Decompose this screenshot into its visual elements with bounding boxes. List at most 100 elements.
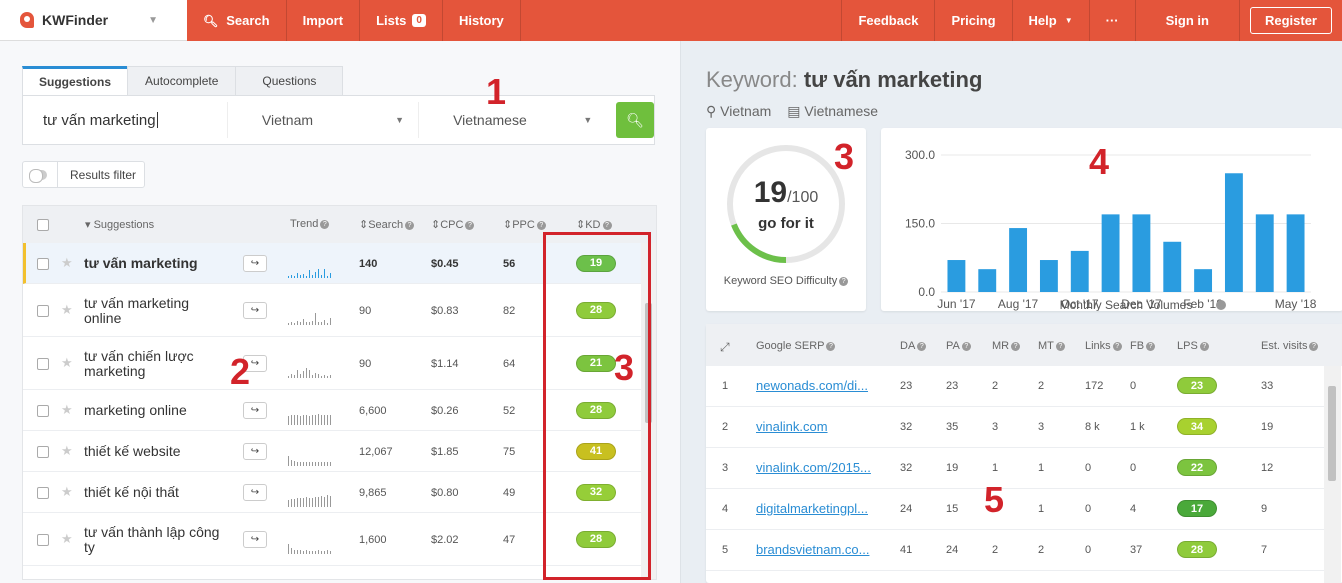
- serp-url-link[interactable]: vinalink.com/2015...: [756, 460, 871, 475]
- lps-badge: 34: [1177, 418, 1217, 435]
- row-checkbox[interactable]: [37, 533, 49, 546]
- serp-url-link[interactable]: digitalmarketingpl...: [756, 501, 868, 516]
- brand-switcher[interactable]: KWFinder ▼: [0, 0, 187, 41]
- trend-bar: [288, 275, 289, 278]
- trend-bar: [312, 497, 313, 507]
- use-keyword-button[interactable]: ↪: [243, 530, 267, 548]
- col-fb-label: FB: [1130, 340, 1145, 352]
- trend-bar: [294, 414, 295, 425]
- caret-down-icon: ▼: [395, 115, 405, 125]
- keyword-cell[interactable]: marketing online: [84, 402, 224, 418]
- nav-search[interactable]: 🔍︎ Search: [187, 0, 287, 41]
- search-icon: 🔍︎: [626, 111, 645, 128]
- keyword-cell[interactable]: thiết kế nội thất: [84, 484, 224, 500]
- keyword-cell[interactable]: tư vấn thành lập công ty: [84, 524, 224, 555]
- search-icon: 🔍︎: [203, 13, 219, 28]
- nav-import[interactable]: Import: [287, 0, 361, 41]
- tab-suggestions[interactable]: Suggestions: [22, 66, 129, 96]
- keyword-cell[interactable]: tư vấn marketing: [84, 255, 224, 271]
- col-google-serp-label: Google SERP: [756, 340, 825, 352]
- row-checkbox[interactable]: [37, 486, 49, 499]
- trend-bar: [324, 374, 325, 378]
- row-checkbox[interactable]: [37, 304, 49, 317]
- star-icon[interactable]: ★: [61, 355, 73, 371]
- chart-bar: [1255, 214, 1274, 292]
- trend-bar: [291, 547, 292, 554]
- use-keyword-button[interactable]: ↪: [243, 442, 267, 460]
- star-icon[interactable]: ★: [61, 531, 73, 547]
- serp-url-link[interactable]: newonads.com/di...: [756, 378, 868, 393]
- col-ppc[interactable]: ⇕PPC?: [503, 218, 546, 231]
- col-search[interactable]: ⇕Search?: [359, 218, 415, 231]
- star-icon[interactable]: ★: [61, 443, 73, 459]
- row-checkbox[interactable]: [37, 257, 49, 270]
- tab-autocomplete[interactable]: Autocomplete: [127, 66, 237, 96]
- use-keyword-button[interactable]: ↪: [243, 254, 267, 272]
- serp-mt-cell: 1: [1038, 503, 1045, 515]
- nav-more[interactable]: ···: [1090, 0, 1136, 41]
- row-checkbox[interactable]: [37, 404, 49, 417]
- nav-feedback[interactable]: Feedback: [841, 0, 936, 41]
- nav-pricing[interactable]: Pricing: [935, 0, 1013, 41]
- trend-sparkline: [288, 534, 331, 554]
- keyword-cell[interactable]: thiết kế website: [84, 443, 224, 459]
- language-select[interactable]: Vietnamese ▼: [419, 102, 606, 138]
- chart-bar: [947, 260, 966, 292]
- trend-bar: [315, 312, 316, 325]
- keyword-cell[interactable]: tư vấn marketing online: [84, 295, 224, 326]
- col-suggestions[interactable]: ▾ Suggestions: [85, 218, 154, 231]
- tab-questions[interactable]: Questions: [235, 66, 344, 96]
- serp-visits-cell: 7: [1261, 544, 1268, 556]
- col-mt-label: MT: [1038, 340, 1054, 352]
- keyword-cell[interactable]: tư vấn chiến lược marketing: [84, 348, 224, 379]
- expand-icon[interactable]: ⤢: [720, 340, 730, 355]
- trend-bar: [297, 320, 298, 325]
- monthly-search-chart: 0.0150.0300.0Jun '17 Aug '17 Oct '17 Dec '1…: [905, 148, 1317, 312]
- col-da: DA?: [900, 340, 927, 352]
- nav-lists[interactable]: Lists 0: [360, 0, 443, 41]
- trend-bar: [321, 375, 322, 378]
- annotation-1: 1: [486, 71, 507, 112]
- trend-bar: [330, 550, 331, 554]
- star-icon[interactable]: ★: [61, 255, 73, 271]
- use-keyword-button[interactable]: ↪: [243, 483, 267, 501]
- trend-bar: [291, 321, 292, 325]
- trend-bar: [303, 414, 304, 425]
- search-submit-button[interactable]: 🔍︎: [616, 102, 655, 138]
- col-trend[interactable]: Trend?: [290, 218, 330, 230]
- trend-bar: [330, 414, 331, 425]
- trend-bar: [315, 372, 316, 378]
- serp-n-cell: 5: [722, 544, 729, 556]
- serp-url-link[interactable]: vinalink.com: [756, 419, 828, 434]
- trend-bar: [315, 461, 316, 466]
- serp-row: 1 23 23 2 2 172 0 33 newonads.com/di... 23: [706, 366, 1324, 407]
- help-icon: ?: [917, 341, 927, 351]
- trend-bar: [330, 317, 331, 325]
- star-icon[interactable]: ★: [61, 402, 73, 418]
- col-kd[interactable]: ⇕KD?: [576, 218, 612, 231]
- row-checkbox[interactable]: [37, 357, 49, 370]
- serp-scrollbar[interactable]: [1324, 366, 1341, 583]
- serp-url-link[interactable]: brandsvietnam.co...: [756, 542, 869, 557]
- keyword-input[interactable]: tư vấn marketing: [33, 102, 228, 138]
- register-button[interactable]: Register: [1249, 7, 1332, 34]
- nav-history[interactable]: History: [443, 0, 521, 41]
- trend-bar: [297, 549, 298, 554]
- nav-help[interactable]: Help ▼: [1013, 0, 1090, 41]
- nav-import-label: Import: [302, 13, 344, 28]
- use-keyword-button[interactable]: ↪: [243, 301, 267, 319]
- scrollbar-thumb[interactable]: [1328, 386, 1336, 481]
- nav-sign-in[interactable]: Sign in: [1136, 0, 1240, 41]
- x-tick-label: Jun '17: [937, 297, 976, 311]
- row-checkbox[interactable]: [37, 445, 49, 458]
- select-all-checkbox[interactable]: [37, 219, 49, 231]
- use-keyword-button[interactable]: ↪: [243, 401, 267, 419]
- trend-bar: [324, 414, 325, 425]
- toggle-switch[interactable]: [29, 168, 47, 183]
- star-icon[interactable]: ★: [61, 484, 73, 500]
- location-select[interactable]: Vietnam ▼: [228, 102, 420, 138]
- results-filter-toggle[interactable]: Results filter: [22, 161, 145, 188]
- trend-bar: [306, 549, 307, 554]
- star-icon[interactable]: ★: [61, 302, 73, 318]
- col-cpc[interactable]: ⇕CPC?: [431, 218, 475, 231]
